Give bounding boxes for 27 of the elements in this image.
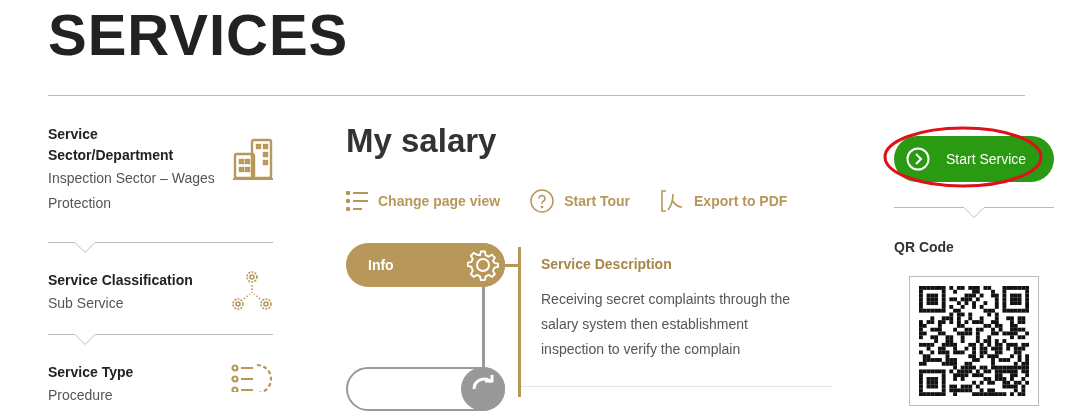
- action-link[interactable]: Start Tour: [564, 190, 630, 212]
- step-pill[interactable]: Info: [346, 243, 505, 287]
- help-icon: [530, 189, 555, 213]
- gear-icon: [467, 249, 499, 281]
- detail-label: Service Sector/Department: [48, 125, 175, 165]
- page-title: SERVICES: [48, 1, 349, 69]
- step-pill[interactable]: [346, 367, 505, 411]
- detail-value: Procedure: [48, 386, 114, 405]
- chevron-circle-icon: [906, 147, 930, 171]
- pdf-icon: [660, 190, 684, 212]
- start-service-button[interactable]: Start Service: [894, 136, 1054, 182]
- detail-value: Inspection Sector – Wages Protection: [48, 169, 216, 213]
- action-link[interactable]: Export to PDF: [694, 190, 788, 212]
- detail-value: Sub Service: [48, 294, 125, 313]
- refresh-icon: [471, 375, 495, 389]
- step-label: Info: [368, 255, 394, 275]
- section-title: Service Description: [541, 255, 672, 274]
- description-text: Receiving secret complaints through the salary system then establishment inspection to verify the complain: [541, 290, 792, 359]
- settings-list-icon: [231, 362, 273, 392]
- detail-label: Service Type: [48, 363, 135, 382]
- action-link[interactable]: Change page view: [378, 190, 501, 212]
- list-icon: [346, 191, 368, 211]
- service-title: My salary: [346, 124, 497, 157]
- qr-code-label: QR Code: [894, 238, 954, 257]
- detail-label: Service Classification: [48, 271, 194, 290]
- gears-icon: [231, 270, 273, 312]
- building-icon: [233, 138, 273, 180]
